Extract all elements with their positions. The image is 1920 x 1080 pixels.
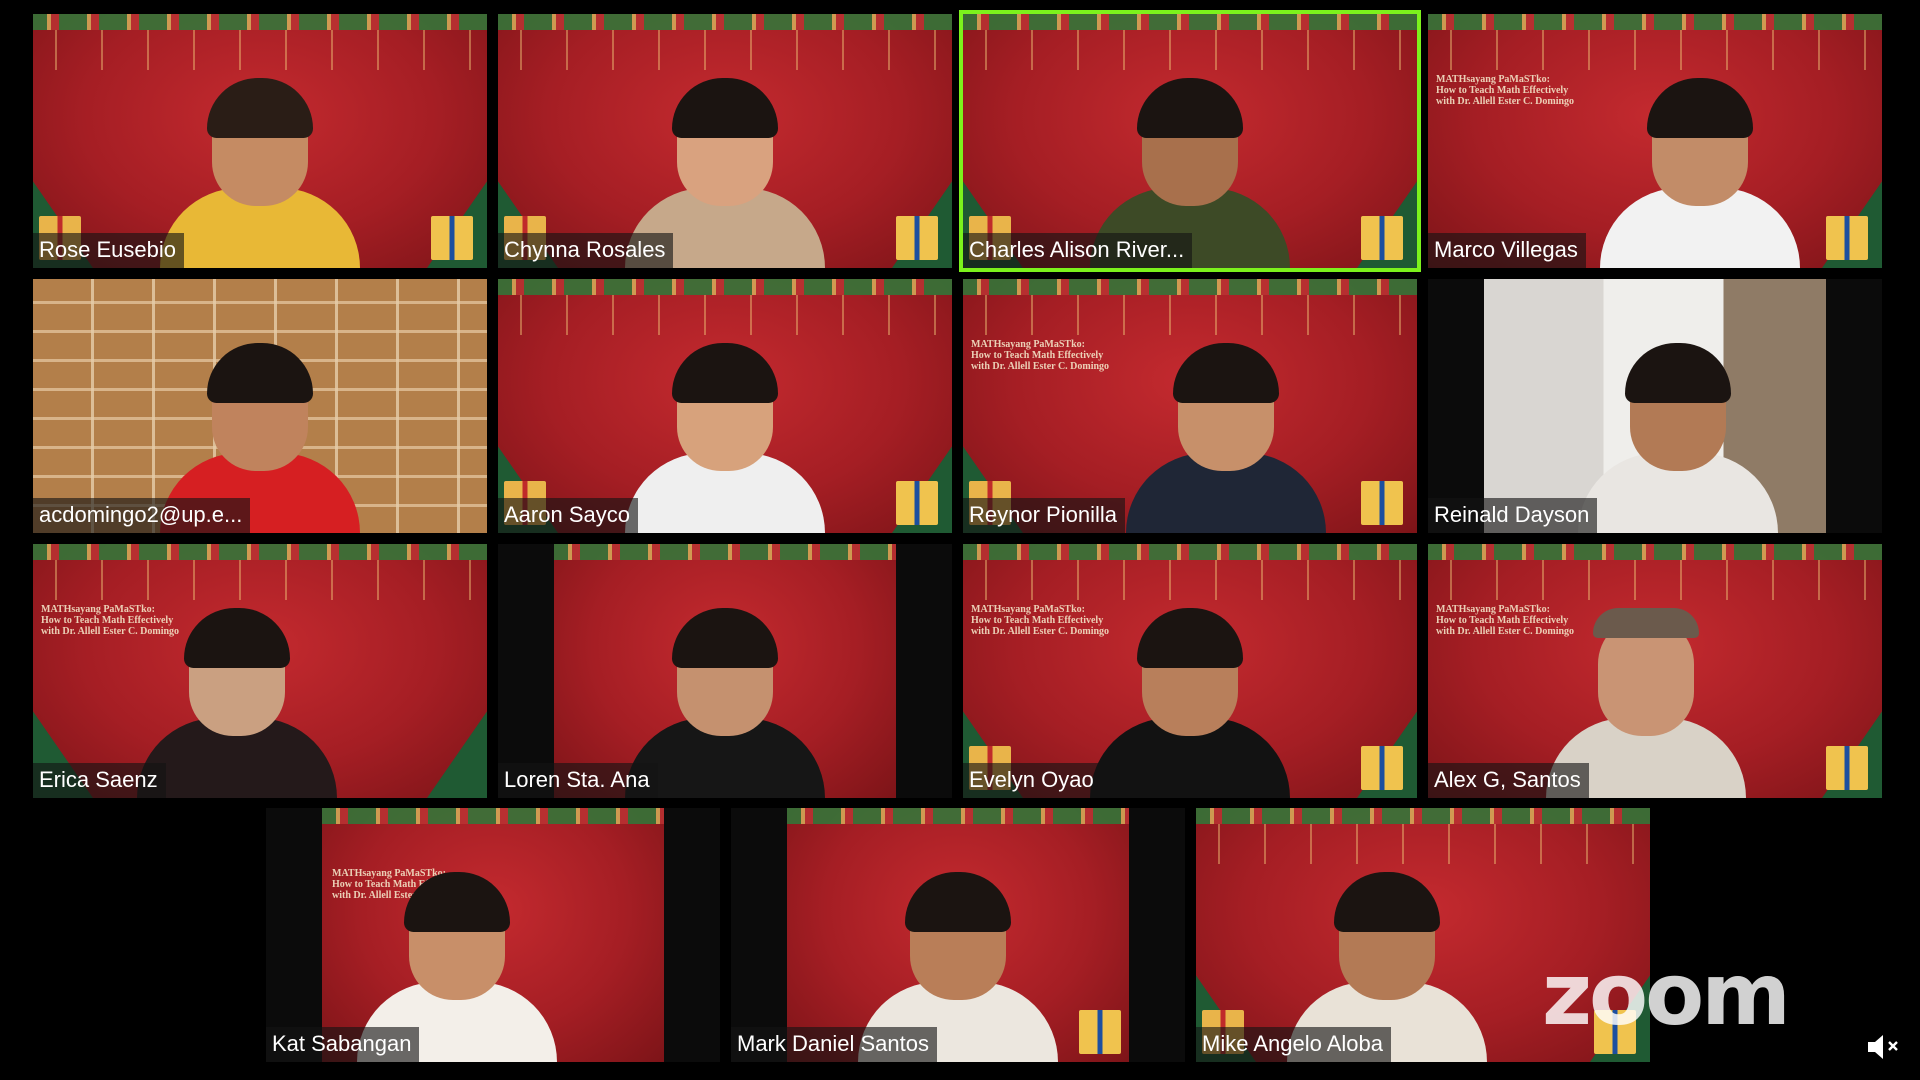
- video-tile-alex-g-santos[interactable]: MATHsayang PaMaSTko: How to Teach Math E…: [1428, 544, 1882, 798]
- participant-name: Kat Sabangan: [266, 1027, 420, 1062]
- participant-name: Charles Alison River...: [963, 233, 1193, 268]
- video-tile-acdomingo2[interactable]: acdomingo2@up.e...: [33, 279, 487, 533]
- video-tile-reynor-pionilla[interactable]: MATHsayang PaMaSTko: How to Teach Math E…: [963, 279, 1417, 533]
- participant-name: Mike Angelo Aloba: [1196, 1027, 1392, 1062]
- participant-name: Erica Saenz: [33, 763, 166, 798]
- participant-name: Chynna Rosales: [498, 233, 674, 268]
- video-tile-erica-saenz[interactable]: MATHsayang PaMaSTko: How to Teach Math E…: [33, 544, 487, 798]
- participant-name: acdomingo2@up.e...: [33, 498, 251, 533]
- participant-name: Reinald Dayson: [1428, 498, 1598, 533]
- video-tile-evelyn-oyao[interactable]: MATHsayang PaMaSTko: How to Teach Math E…: [963, 544, 1417, 798]
- video-tile-charles-alison-river[interactable]: Charles Alison River...: [959, 10, 1421, 272]
- participant-video: [1577, 313, 1778, 533]
- event-title-card: MATHsayang PaMaSTko: How to Teach Math E…: [1436, 74, 1575, 107]
- participant-video: [137, 578, 338, 798]
- participant-name: Marco Villegas: [1428, 233, 1586, 268]
- video-tile-chynna-rosales[interactable]: Chynna Rosales: [498, 14, 952, 268]
- participant-video: [625, 313, 825, 533]
- event-title-card: MATHsayang PaMaSTko: How to Teach Math E…: [971, 604, 1110, 637]
- participant-video: [1090, 578, 1290, 798]
- video-tile-reinald-dayson[interactable]: Reinald Dayson: [1428, 279, 1882, 533]
- participant-name: Evelyn Oyao: [963, 763, 1102, 798]
- video-tile-kat-sabangan[interactable]: MATHsayang PaMaSTko: How to Teach Math E…: [266, 808, 720, 1062]
- participant-video: [1600, 48, 1801, 268]
- participant-name: Reynor Pionilla: [963, 498, 1125, 533]
- speaker-muted-icon[interactable]: [1864, 1032, 1904, 1062]
- participant-video: [1126, 313, 1327, 533]
- participant-name: Alex G, Santos: [1428, 763, 1589, 798]
- video-tile-aaron-sayco[interactable]: Aaron Sayco: [498, 279, 952, 533]
- participant-name: Loren Sta. Ana: [498, 763, 658, 798]
- video-tile-marco-villegas[interactable]: MATHsayang PaMaSTko: How to Teach Math E…: [1428, 14, 1882, 268]
- video-tile-loren-sta-ana[interactable]: Loren Sta. Ana: [498, 544, 952, 798]
- zoom-watermark-logo: zoom: [1542, 945, 1791, 1045]
- participant-video: [160, 48, 360, 268]
- participant-name: Aaron Sayco: [498, 498, 638, 533]
- video-tile-rose-eusebio[interactable]: Rose Eusebio: [33, 14, 487, 268]
- participant-name: Rose Eusebio: [33, 233, 184, 268]
- participant-name: Mark Daniel Santos: [731, 1027, 937, 1062]
- event-title-card: MATHsayang PaMaSTko: How to Teach Math E…: [971, 339, 1110, 372]
- zoom-gallery-view: Rose Eusebio Chynna Rosales Charles Alis…: [0, 0, 1920, 1080]
- video-tile-mark-daniel-santos[interactable]: Mark Daniel Santos: [731, 808, 1185, 1062]
